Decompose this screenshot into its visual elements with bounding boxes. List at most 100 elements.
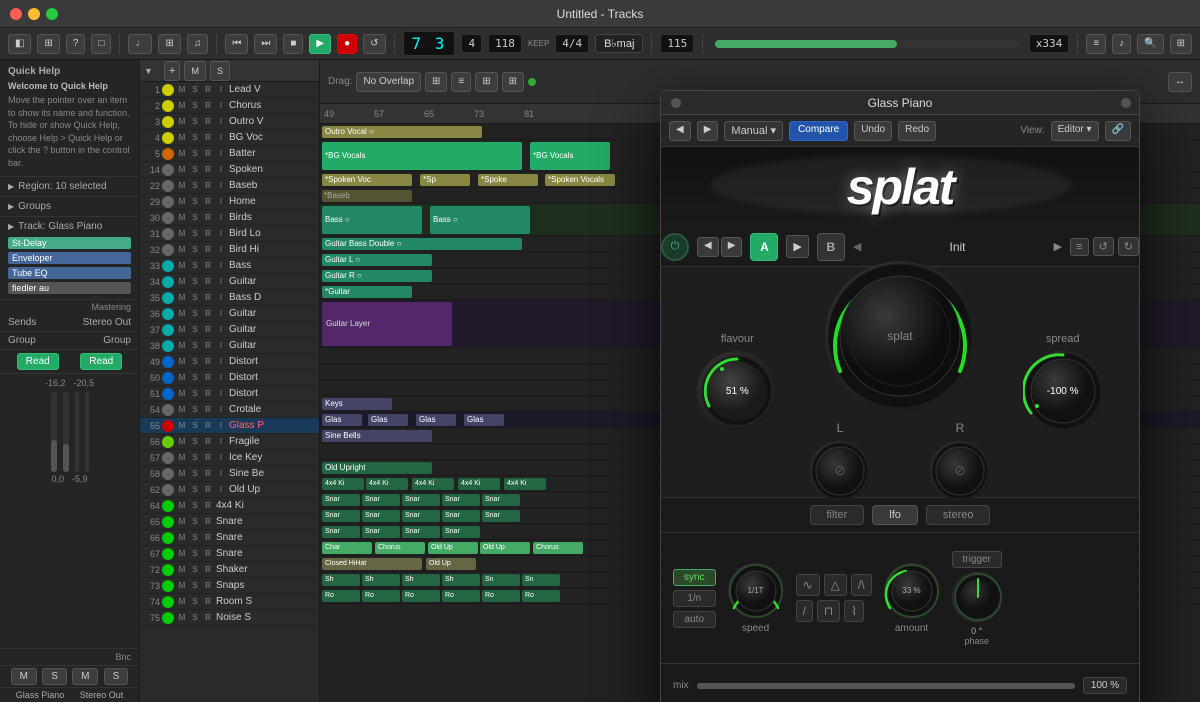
zoom-left-btn[interactable]: ↔ [1168,72,1192,92]
amount-knob[interactable]: 33 % [884,563,940,619]
inspector-btn[interactable]: ⊞ [1170,34,1192,54]
clip[interactable]: Snar [322,510,360,522]
arrange-zoom-btn[interactable]: ⊞ [425,72,447,92]
clip[interactable]: Sn [482,574,520,586]
clip[interactable]: Guitar L ○ [322,254,432,266]
ab-right-arrow[interactable]: ▶ [1054,240,1062,253]
maximize-button[interactable] [46,8,58,20]
clip[interactable]: Snar [442,510,480,522]
track-msri[interactable]: MSR [176,501,214,510]
clip[interactable]: 4x4 Ki [366,478,408,490]
metronome-btn[interactable]: ♩ [128,34,152,54]
region-toggle[interactable]: Region: 10 selected [8,181,131,192]
no-overlap-select[interactable]: No Overlap [356,72,421,92]
plugin-back-btn[interactable]: ◀ [669,121,691,141]
read-btn-left[interactable]: Read [17,353,59,370]
plugin-st-delay[interactable]: St-Delay [8,237,131,249]
clip[interactable]: Glas [322,414,362,426]
clip[interactable]: Chorus [375,542,425,554]
clip[interactable]: Keys [322,398,392,410]
clip[interactable]: Snar [442,494,480,506]
minimize-button[interactable] [28,8,40,20]
help-btn[interactable]: ? [66,34,86,54]
track-msri[interactable]: MSRI [176,373,227,382]
lfo-tab[interactable]: lfo [872,505,918,525]
clip[interactable]: Glas [368,414,408,426]
clip[interactable]: Snar [362,494,400,506]
1n-btn[interactable]: 1/n [673,590,716,607]
s-btn-1[interactable]: S [42,668,67,685]
ab-copy-arrow[interactable]: ◀ [853,240,861,253]
arrange-settings-btn[interactable]: ⊞ [502,72,524,92]
play-btn[interactable]: ▶ [309,34,331,54]
clip[interactable]: Old Up [426,558,476,570]
cycle-btn[interactable]: ↺ [363,34,385,54]
clip[interactable]: Snar [322,526,360,538]
shape-random[interactable]: ⌇ [844,600,864,622]
clip[interactable]: Snar [322,494,360,506]
count-in-btn[interactable]: ⊞ [158,34,180,54]
add-track-btn[interactable]: + [164,61,180,81]
plugin-link-btn[interactable]: 🔗 [1105,121,1131,141]
clip[interactable]: Snar [482,510,520,522]
clip[interactable]: *Guitar [322,286,412,298]
clip[interactable]: Glas [464,414,504,426]
track-msri[interactable]: MSRI [176,405,227,414]
track-msri[interactable]: MSR [176,517,214,526]
clip[interactable]: 4x4 Ki [412,478,454,490]
m-btn-2[interactable]: M [72,668,98,685]
guitar-layer-clip[interactable]: Guitar Layer [322,302,452,346]
phase-knob[interactable] [952,572,1002,622]
ab-play-btn[interactable]: ▶ [786,235,808,258]
track-msri[interactable]: MSR [176,533,214,542]
clip[interactable]: Bass ○ [430,206,530,234]
clip[interactable]: Sh [322,574,360,586]
clip[interactable]: Bass ○ [322,206,422,234]
plugin-forward-btn[interactable]: ▶ [697,121,719,141]
track-toggle[interactable]: Track: Glass Piano [8,221,131,232]
clip[interactable]: Snar [402,494,440,506]
plugin-expand-btn[interactable] [1121,98,1131,108]
track-msri[interactable]: MSRI [176,85,227,94]
plugin-close-btn[interactable] [671,98,681,108]
search-btn[interactable]: 🔍 [1137,34,1163,54]
track-msri[interactable]: MSRI [176,357,227,366]
fader-left[interactable] [51,392,57,472]
clip[interactable]: Old Up [428,542,478,554]
auto-btn[interactable]: auto [673,611,716,628]
track-msri[interactable]: MSRI [176,421,227,430]
track-msri[interactable]: MSRI [176,261,227,270]
flavour-knob[interactable]: 51 % [697,351,777,431]
track-list-m[interactable]: M [184,61,206,81]
filter-tab[interactable]: filter [810,505,865,525]
clip[interactable]: Sh [362,574,400,586]
shape-square[interactable]: ⊓ [817,600,840,622]
clip[interactable]: 4x4 Ki [504,478,546,490]
clip[interactable]: Ro [402,590,440,602]
s-btn-2[interactable]: S [104,668,129,685]
clip[interactable]: Ro [322,590,360,602]
track-msri[interactable]: MSRI [176,181,227,190]
clip[interactable]: Snar [442,526,480,538]
mixer-btn[interactable]: ⊞ [37,34,59,54]
track-msri[interactable]: MSR [176,565,214,574]
clip[interactable]: *Baseb [322,190,412,202]
track-msri[interactable]: MSRI [176,309,227,318]
compare-btn[interactable]: Compare [789,121,848,141]
track-msri[interactable]: MSRI [176,229,227,238]
clip[interactable]: Sine Bells [322,430,432,442]
clip[interactable]: Glas [416,414,456,426]
shape-sine[interactable]: ∿ [796,574,820,596]
track-msri[interactable]: MSRI [176,117,227,126]
track-msri[interactable]: MSRI [176,149,227,158]
clip[interactable]: Snar [402,526,440,538]
track-msri[interactable]: MSR [176,613,214,622]
redo-btn[interactable]: Redo [898,121,936,141]
rewind-btn[interactable]: ⏮ [225,34,248,54]
ab-next-btn[interactable]: ▶ [721,237,743,257]
editor-btn[interactable]: Editor ▾ [1051,121,1099,141]
clip[interactable]: Sh [442,574,480,586]
track-msri[interactable]: MSRI [176,165,227,174]
stop-btn[interactable]: ■ [283,34,303,54]
clip[interactable]: *Spoken Voc [322,174,412,186]
